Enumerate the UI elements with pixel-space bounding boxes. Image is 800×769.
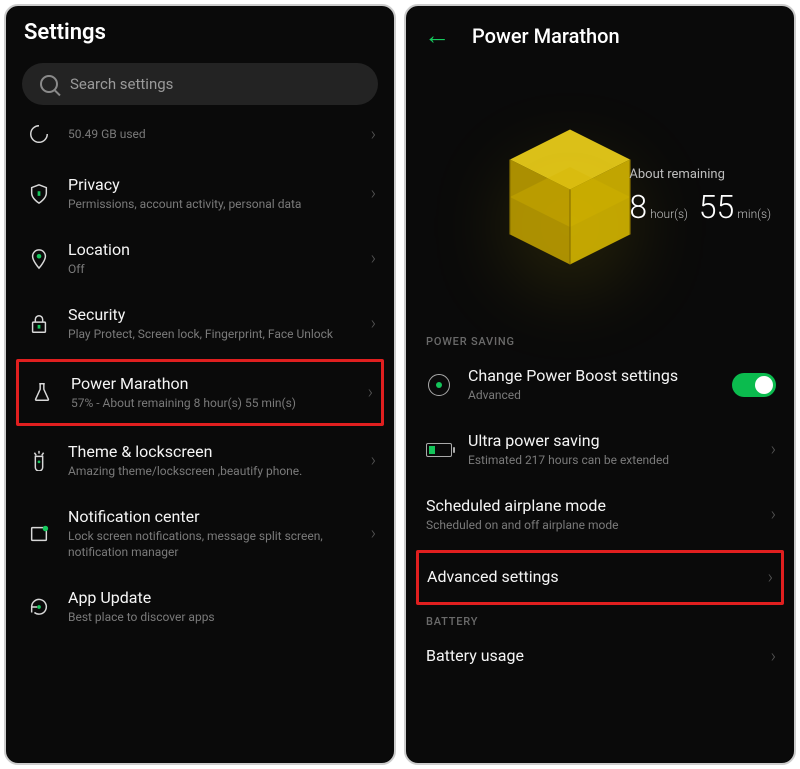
toggle-switch[interactable] bbox=[732, 373, 776, 397]
chevron-right-icon: › bbox=[371, 450, 376, 471]
list-item-storage[interactable]: 50.49 GB used › bbox=[6, 115, 394, 161]
shield-icon bbox=[26, 181, 52, 207]
battery-hero: About remaining 8hour(s) 55min(s) bbox=[406, 57, 794, 327]
battery-icon bbox=[426, 437, 452, 463]
cube-icon bbox=[495, 122, 645, 272]
section-battery: BATTERY bbox=[406, 607, 794, 632]
list-item-security[interactable]: SecurityPlay Protect, Screen lock, Finge… bbox=[6, 291, 394, 356]
chevron-right-icon: › bbox=[371, 124, 376, 145]
list-item-theme[interactable]: Theme & lockscreenAmazing theme/lockscre… bbox=[6, 428, 394, 493]
back-button[interactable]: ← bbox=[424, 20, 450, 51]
item-scheduled-airplane[interactable]: Scheduled airplane modeScheduled on and … bbox=[406, 482, 794, 547]
item-advanced-settings[interactable]: Advanced settings › bbox=[416, 550, 784, 605]
theme-icon bbox=[26, 447, 52, 473]
search-icon bbox=[40, 75, 58, 93]
remaining-info: About remaining 8hour(s) 55min(s) bbox=[629, 167, 774, 226]
chevron-right-icon: › bbox=[771, 439, 776, 460]
page-title: Settings bbox=[24, 20, 376, 45]
location-icon bbox=[26, 246, 52, 272]
chevron-right-icon: › bbox=[371, 248, 376, 269]
list-item-privacy[interactable]: PrivacyPermissions, account activity, pe… bbox=[6, 161, 394, 226]
list-item-location[interactable]: LocationOff › bbox=[6, 226, 394, 291]
list-item-power-marathon[interactable]: Power Marathon57% - About remaining 8 ho… bbox=[16, 359, 384, 426]
chevron-right-icon: › bbox=[771, 504, 776, 525]
search-input[interactable]: Search settings bbox=[22, 63, 378, 105]
header: ← Power Marathon bbox=[406, 6, 794, 57]
item-change-power-boost[interactable]: Change Power Boost settingsAdvanced bbox=[406, 352, 794, 417]
chevron-right-icon: › bbox=[771, 646, 776, 667]
chevron-right-icon: › bbox=[368, 382, 373, 403]
page-title: Power Marathon bbox=[472, 24, 620, 48]
item-ultra-power-saving[interactable]: Ultra power savingEstimated 217 hours ca… bbox=[406, 417, 794, 482]
flask-icon bbox=[29, 379, 55, 405]
lock-icon bbox=[26, 311, 52, 337]
chevron-right-icon: › bbox=[768, 567, 773, 588]
chevron-right-icon: › bbox=[371, 183, 376, 204]
settings-list: 50.49 GB used › PrivacyPermissions, acco… bbox=[6, 115, 394, 763]
power-boost-icon bbox=[426, 372, 452, 398]
chevron-right-icon: › bbox=[371, 523, 376, 544]
storage-icon bbox=[26, 121, 52, 147]
list-item-app-update[interactable]: App UpdateBest place to discover apps bbox=[6, 574, 394, 639]
chevron-right-icon: › bbox=[371, 313, 376, 334]
list-item-notification[interactable]: Notification centerLock screen notificat… bbox=[6, 493, 394, 574]
search-placeholder: Search settings bbox=[70, 75, 173, 93]
section-power-saving: POWER SAVING bbox=[406, 327, 794, 352]
update-icon bbox=[26, 594, 52, 620]
item-battery-usage[interactable]: Battery usage › bbox=[406, 632, 794, 681]
notification-icon bbox=[26, 521, 52, 547]
header: Settings bbox=[6, 6, 394, 51]
settings-screen: Settings Search settings 50.49 GB used ›… bbox=[4, 4, 396, 765]
power-marathon-screen: ← Power Marathon About remaining 8hour(s… bbox=[404, 4, 796, 765]
